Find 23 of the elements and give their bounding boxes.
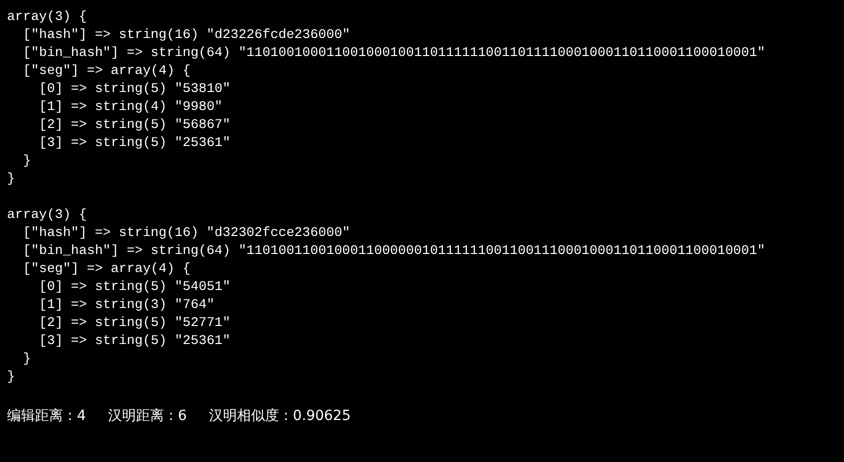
console-line: [0] => string(5) "54051" (39, 278, 231, 296)
console-line: } (7, 368, 15, 386)
result-text: 编辑距离：4 (7, 407, 86, 426)
console-line: ["seg"] => array(4) { (23, 62, 191, 80)
console-line: } (23, 350, 31, 368)
console-line: array(3) { (7, 206, 87, 224)
console-line: ["bin_hash"] => string(64) "1101001100100011000000101111110011001110001000110110001100010001" (23, 242, 766, 260)
console-line: [0] => string(5) "53810" (39, 80, 231, 98)
console-line: } (7, 170, 15, 188)
result-text: 汉明相似度：0.90625 (208, 407, 351, 426)
console-line: ["hash"] => string(16) "d23226fcde236000" (23, 26, 350, 44)
console-line: [2] => string(5) "52771" (39, 314, 231, 332)
console-line: [1] => string(4) "9980" (39, 98, 223, 116)
result-text: 汉明距离：6 (108, 407, 187, 426)
console-line: [2] => string(5) "56867" (39, 116, 231, 134)
console-line: ["seg"] => array(4) { (23, 260, 191, 278)
console-line: } (23, 152, 31, 170)
console-line: [1] => string(3) "764" (39, 296, 215, 314)
console-line: ["hash"] => string(16) "d32302fcce236000" (23, 224, 350, 242)
console-line: [3] => string(5) "25361" (39, 134, 231, 152)
console-line: [3] => string(5) "25361" (39, 332, 231, 350)
console-line: array(3) { (7, 8, 87, 26)
console-line: ["bin_hash"] => string(64) "1101001000110010001001101111110011011110001000110110001100010001" (23, 44, 766, 62)
